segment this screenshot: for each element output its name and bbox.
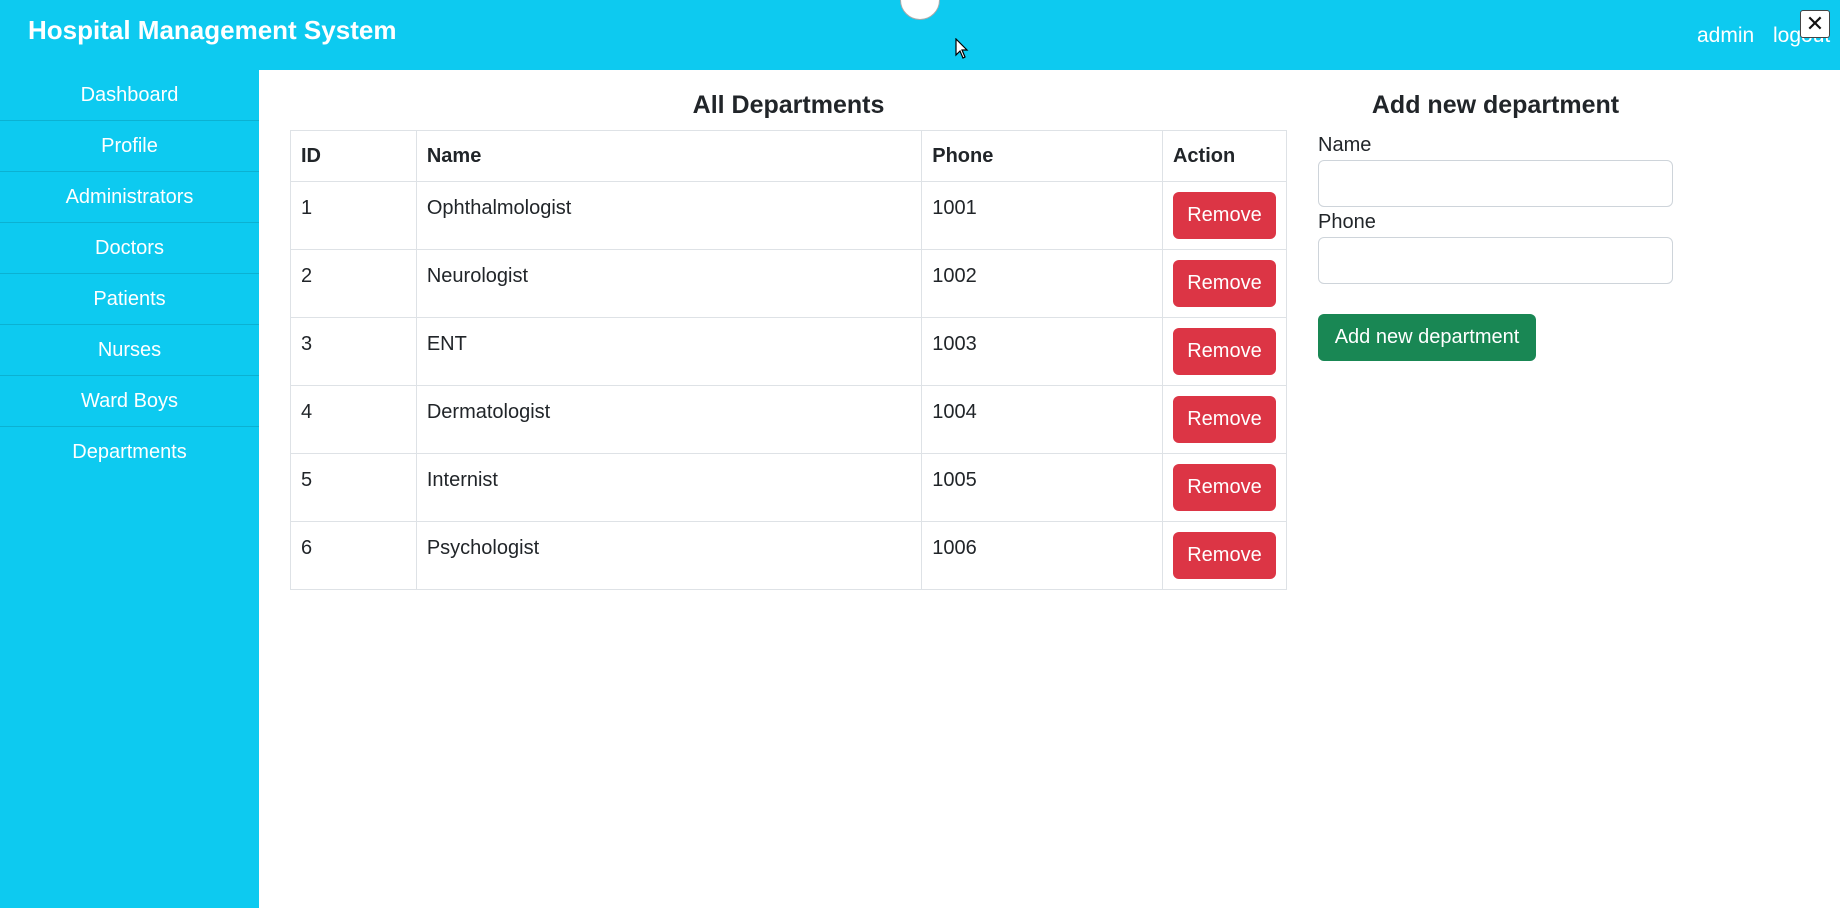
cell-name: Dermatologist bbox=[415, 385, 923, 454]
table-row: 4 Dermatologist 1004 Remove bbox=[290, 385, 1288, 454]
table-row: 5 Internist 1005 Remove bbox=[290, 453, 1288, 522]
sidebar-item-nurses[interactable]: Nurses bbox=[0, 325, 259, 376]
mouse-cursor-icon bbox=[955, 38, 969, 59]
remove-button[interactable]: Remove bbox=[1172, 328, 1276, 375]
cell-phone: 1004 bbox=[921, 385, 1163, 454]
cell-name: Ophthalmologist bbox=[415, 181, 923, 250]
column-header-action: Action bbox=[1161, 130, 1288, 182]
cell-name: ENT bbox=[415, 317, 923, 386]
add-department-button[interactable]: Add new department bbox=[1318, 314, 1536, 361]
name-input[interactable] bbox=[1318, 160, 1673, 207]
table-row: 2 Neurologist 1002 Remove bbox=[290, 249, 1288, 318]
remove-button[interactable]: Remove bbox=[1172, 532, 1276, 579]
sidebar-item-profile[interactable]: Profile bbox=[0, 121, 259, 172]
cell-phone: 1005 bbox=[921, 453, 1163, 522]
remove-button[interactable]: Remove bbox=[1172, 192, 1276, 239]
drag-handle[interactable] bbox=[900, 0, 940, 20]
sidebar-item-dashboard[interactable]: Dashboard bbox=[0, 70, 259, 121]
name-label: Name bbox=[1318, 134, 1372, 156]
cell-name: Internist bbox=[415, 453, 923, 522]
cell-id: 6 bbox=[290, 521, 417, 590]
phone-label: Phone bbox=[1318, 211, 1376, 233]
cell-action: Remove bbox=[1161, 181, 1288, 250]
cell-action: Remove bbox=[1161, 249, 1288, 318]
cell-action: Remove bbox=[1161, 317, 1288, 386]
sidebar-item-departments[interactable]: Departments bbox=[0, 427, 259, 478]
table-row: 6 Psychologist 1006 Remove bbox=[290, 521, 1288, 590]
top-navbar: Hospital Management System admin logout … bbox=[0, 0, 1840, 70]
cell-phone: 1006 bbox=[921, 521, 1163, 590]
sidebar-item-doctors[interactable]: Doctors bbox=[0, 223, 259, 274]
column-header-phone: Phone bbox=[921, 130, 1163, 182]
cell-phone: 1001 bbox=[921, 181, 1163, 250]
cell-id: 2 bbox=[290, 249, 417, 318]
cell-name: Psychologist bbox=[415, 521, 923, 590]
cell-action: Remove bbox=[1161, 385, 1288, 454]
remove-button[interactable]: Remove bbox=[1172, 260, 1276, 307]
cell-id: 1 bbox=[290, 181, 417, 250]
table-row: 3 ENT 1003 Remove bbox=[290, 317, 1288, 386]
cell-id: 5 bbox=[290, 453, 417, 522]
remove-button[interactable]: Remove bbox=[1172, 396, 1276, 443]
cell-action: Remove bbox=[1161, 521, 1288, 590]
cell-phone: 1003 bbox=[921, 317, 1163, 386]
table-row: 1 Ophthalmologist 1001 Remove bbox=[290, 181, 1288, 250]
phone-input[interactable] bbox=[1318, 237, 1673, 284]
sidebar-item-administrators[interactable]: Administrators bbox=[0, 172, 259, 223]
cell-phone: 1002 bbox=[921, 249, 1163, 318]
cell-id: 4 bbox=[290, 385, 417, 454]
app-title[interactable]: Hospital Management System bbox=[28, 15, 396, 46]
close-icon[interactable]: ✕ bbox=[1800, 10, 1830, 38]
cell-id: 3 bbox=[290, 317, 417, 386]
departments-title: All Departments bbox=[692, 91, 885, 119]
column-header-name: Name bbox=[415, 130, 923, 182]
sidebar-item-ward-boys[interactable]: Ward Boys bbox=[0, 376, 259, 427]
add-department-title: Add new department bbox=[1371, 91, 1620, 119]
remove-button[interactable]: Remove bbox=[1172, 464, 1276, 511]
user-link[interactable]: admin bbox=[1697, 24, 1754, 48]
column-header-id: ID bbox=[290, 130, 417, 182]
sidebar-item-patients[interactable]: Patients bbox=[0, 274, 259, 325]
cell-action: Remove bbox=[1161, 453, 1288, 522]
cell-name: Neurologist bbox=[415, 249, 923, 318]
departments-table: ID Name Phone Action 1 Ophthalmologist 1… bbox=[290, 130, 1288, 590]
sidebar: Dashboard Profile Administrators Doctors… bbox=[0, 70, 259, 908]
table-header-row: ID Name Phone Action bbox=[290, 130, 1288, 182]
